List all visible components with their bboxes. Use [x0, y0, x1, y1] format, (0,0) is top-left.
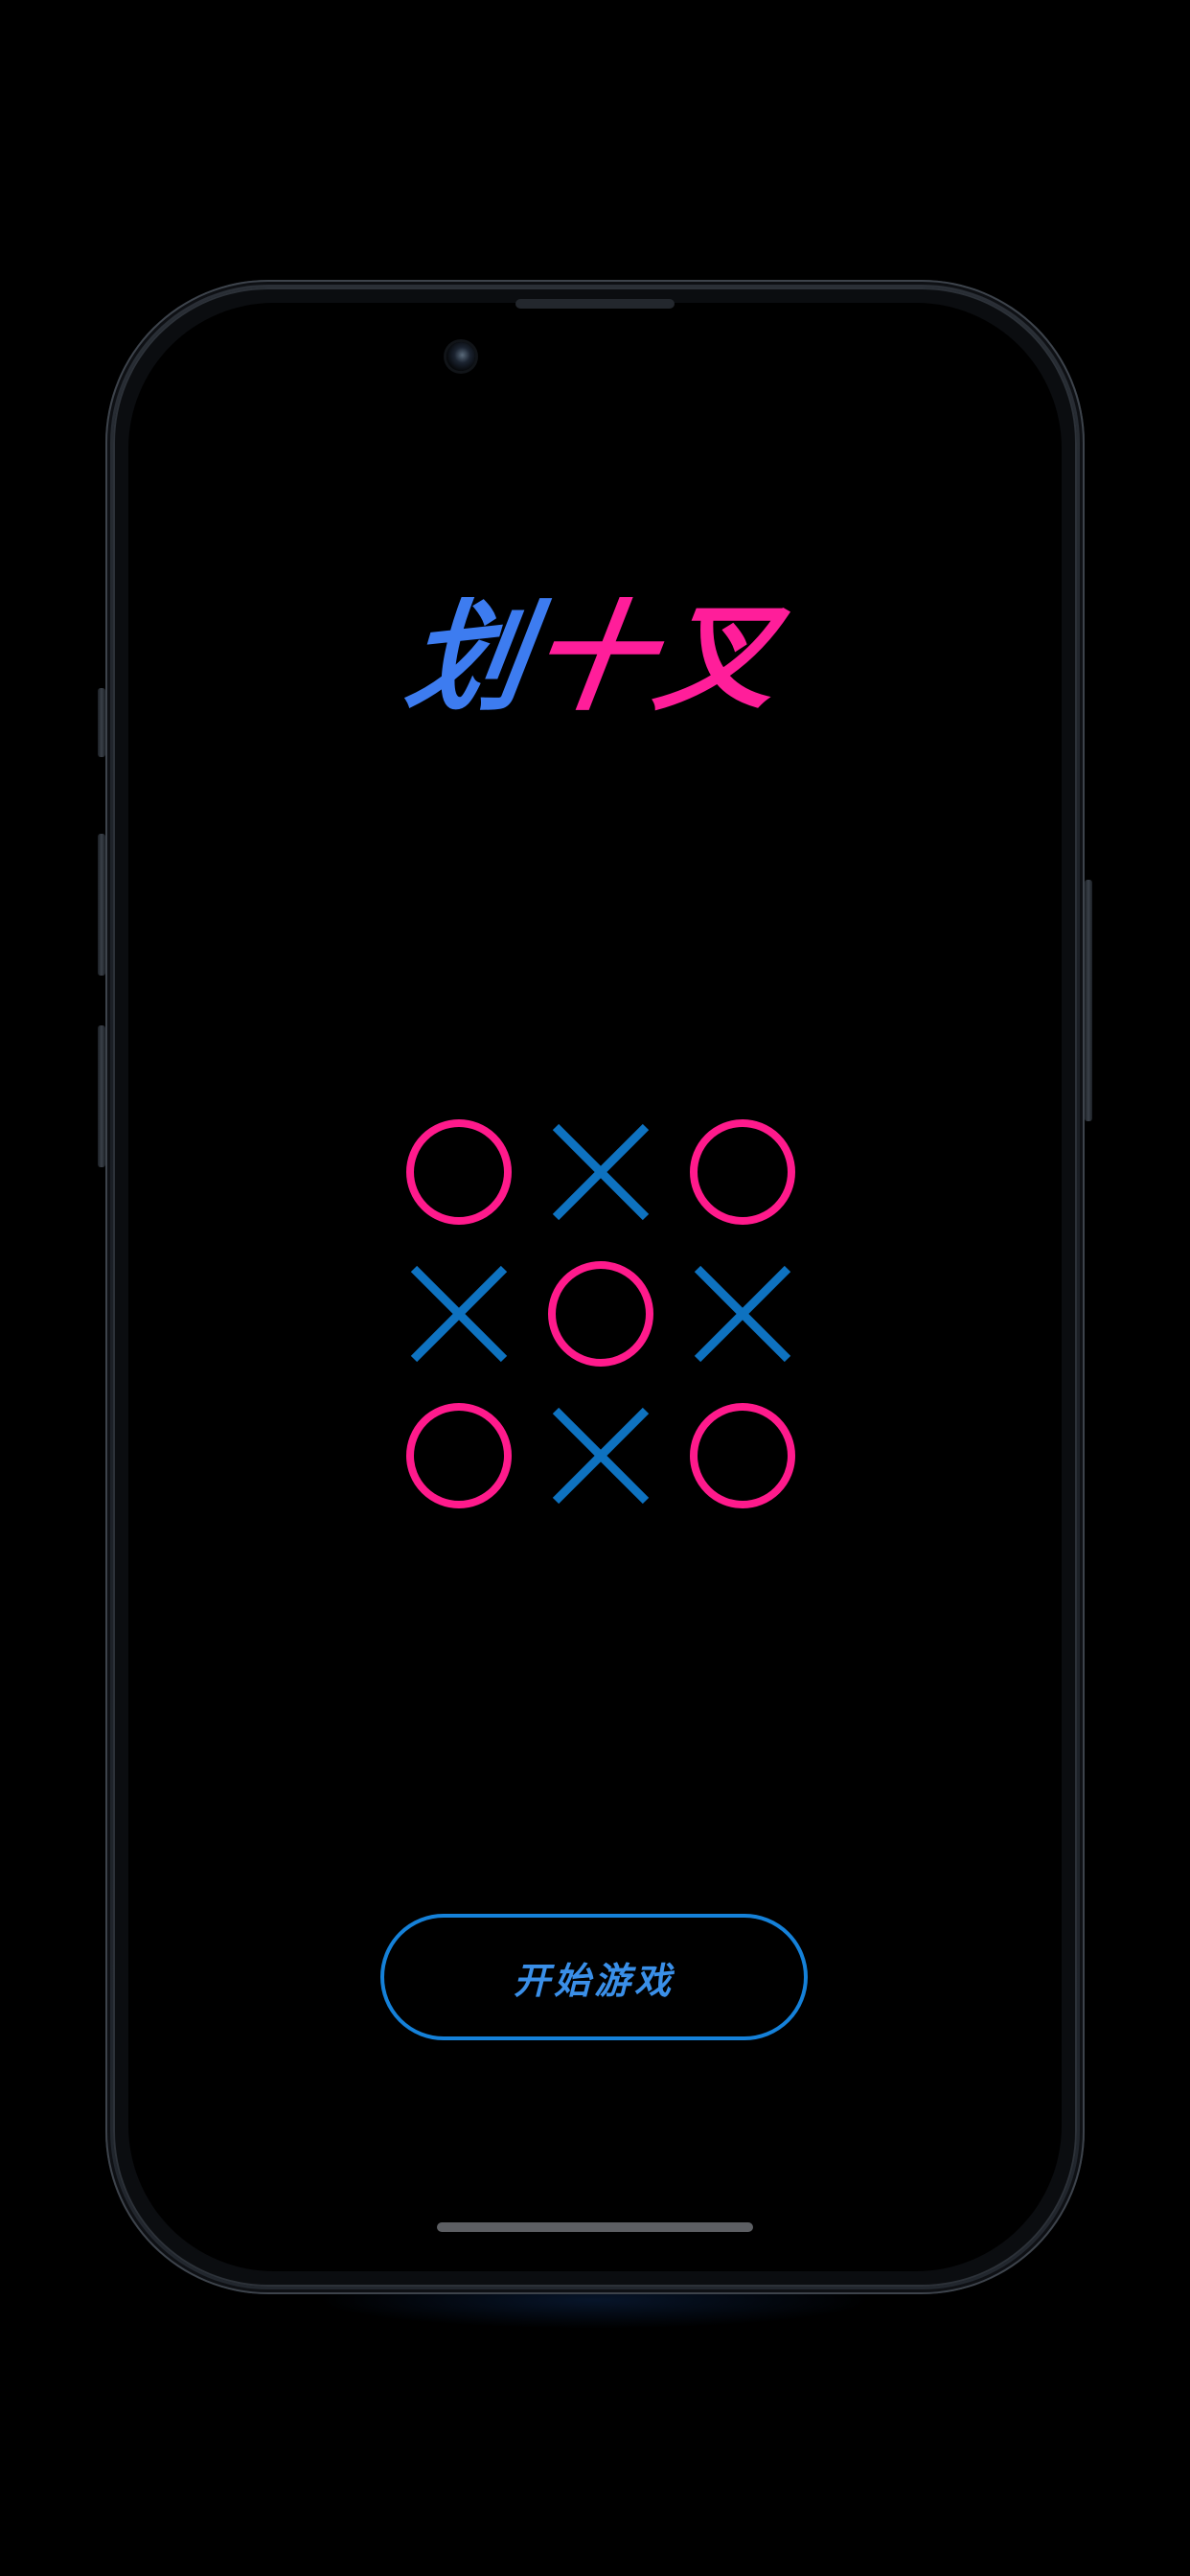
home-indicator[interactable] — [437, 2222, 753, 2232]
board-cell — [391, 1388, 527, 1524]
volume-down-button — [98, 1025, 105, 1167]
board-cell — [533, 1388, 669, 1524]
circle-mark-icon — [406, 1119, 512, 1225]
cross-mark-icon — [410, 1265, 508, 1363]
volume-up-button — [98, 834, 105, 976]
board-preview — [391, 1104, 799, 1512]
circle-mark-icon — [406, 1403, 512, 1508]
cross-mark-icon — [552, 1123, 650, 1221]
app-title: 划十叉 — [0, 586, 1190, 730]
title-char-1: 划 — [398, 588, 543, 727]
earpiece-speaker — [515, 299, 675, 309]
circle-mark-icon — [690, 1403, 795, 1508]
board-cell — [675, 1246, 811, 1382]
circle-mark-icon — [548, 1261, 653, 1367]
power-button — [1085, 880, 1092, 1121]
board-cell — [675, 1104, 811, 1240]
front-camera-icon — [446, 342, 475, 371]
start-game-button[interactable]: 开始游戏 — [380, 1914, 808, 2040]
board-cell — [391, 1104, 527, 1240]
title-char-2: 十 — [522, 588, 668, 727]
board-cell — [391, 1246, 527, 1382]
board-cell — [675, 1388, 811, 1524]
cross-mark-icon — [552, 1407, 650, 1505]
title-char-3: 叉 — [647, 588, 792, 727]
cross-mark-icon — [694, 1265, 791, 1363]
board-cell — [533, 1104, 669, 1240]
board-cell — [533, 1246, 669, 1382]
start-game-label: 开始游戏 — [513, 1959, 675, 2002]
circle-mark-icon — [690, 1119, 795, 1225]
